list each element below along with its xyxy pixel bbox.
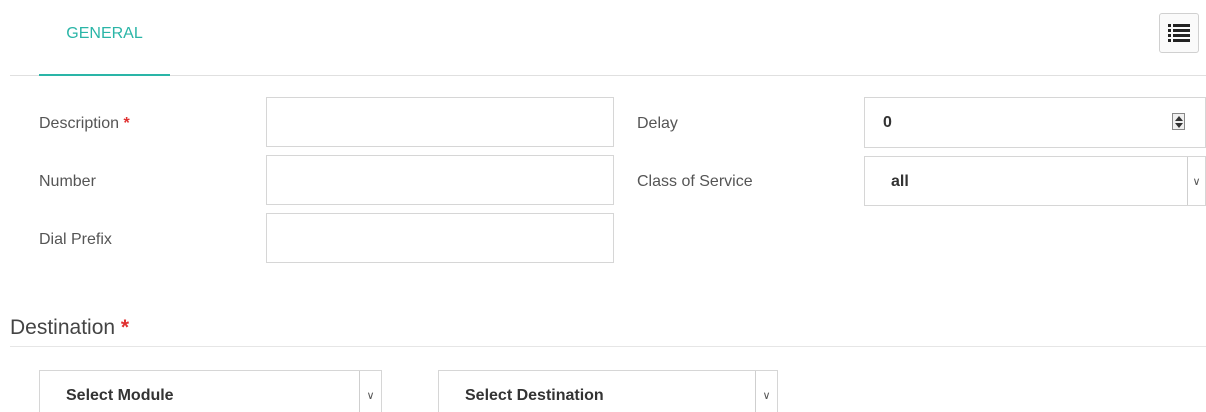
destination-title: Destination: [10, 316, 116, 339]
module-select-dropdown[interactable]: ∨: [359, 371, 381, 412]
class-of-service-dropdown[interactable]: ∨: [1187, 157, 1205, 205]
section-divider: [10, 346, 1206, 347]
description-label: Description *: [39, 115, 130, 133]
delay-input[interactable]: 0: [864, 97, 1206, 148]
menu-button[interactable]: [1159, 13, 1199, 53]
required-mark: *: [120, 316, 130, 339]
dial-prefix-input[interactable]: [266, 213, 614, 263]
tab-general[interactable]: GENERAL: [39, 0, 170, 76]
module-select[interactable]: Select Module ∨: [39, 370, 382, 412]
destination-select-value: Select Destination: [465, 387, 604, 404]
spinner-down-icon[interactable]: [1175, 123, 1183, 128]
destination-heading: Destination *: [10, 316, 129, 340]
delay-spinner[interactable]: [1172, 113, 1185, 130]
number-input[interactable]: [266, 155, 614, 205]
dial-prefix-label: Dial Prefix: [39, 231, 112, 248]
chevron-down-icon: ∨: [366, 389, 375, 402]
destination-select-dropdown[interactable]: ∨: [755, 371, 777, 412]
tab-bar: GENERAL: [10, 0, 1206, 76]
spinner-up-icon[interactable]: [1175, 116, 1183, 121]
description-label-text: Description: [39, 115, 120, 132]
description-input[interactable]: [266, 97, 614, 147]
chevron-down-icon: ∨: [1192, 175, 1201, 188]
number-label: Number: [39, 173, 96, 190]
class-of-service-select[interactable]: all ∨: [864, 156, 1206, 206]
class-of-service-label: Class of Service: [637, 173, 753, 190]
chevron-down-icon: ∨: [762, 389, 771, 402]
destination-select[interactable]: Select Destination ∨: [438, 370, 778, 412]
delay-value: 0: [883, 114, 892, 131]
list-icon: [1168, 24, 1190, 42]
required-mark: *: [123, 115, 130, 132]
module-select-value: Select Module: [66, 387, 174, 404]
delay-label: Delay: [637, 115, 678, 132]
class-of-service-value: all: [891, 173, 909, 190]
